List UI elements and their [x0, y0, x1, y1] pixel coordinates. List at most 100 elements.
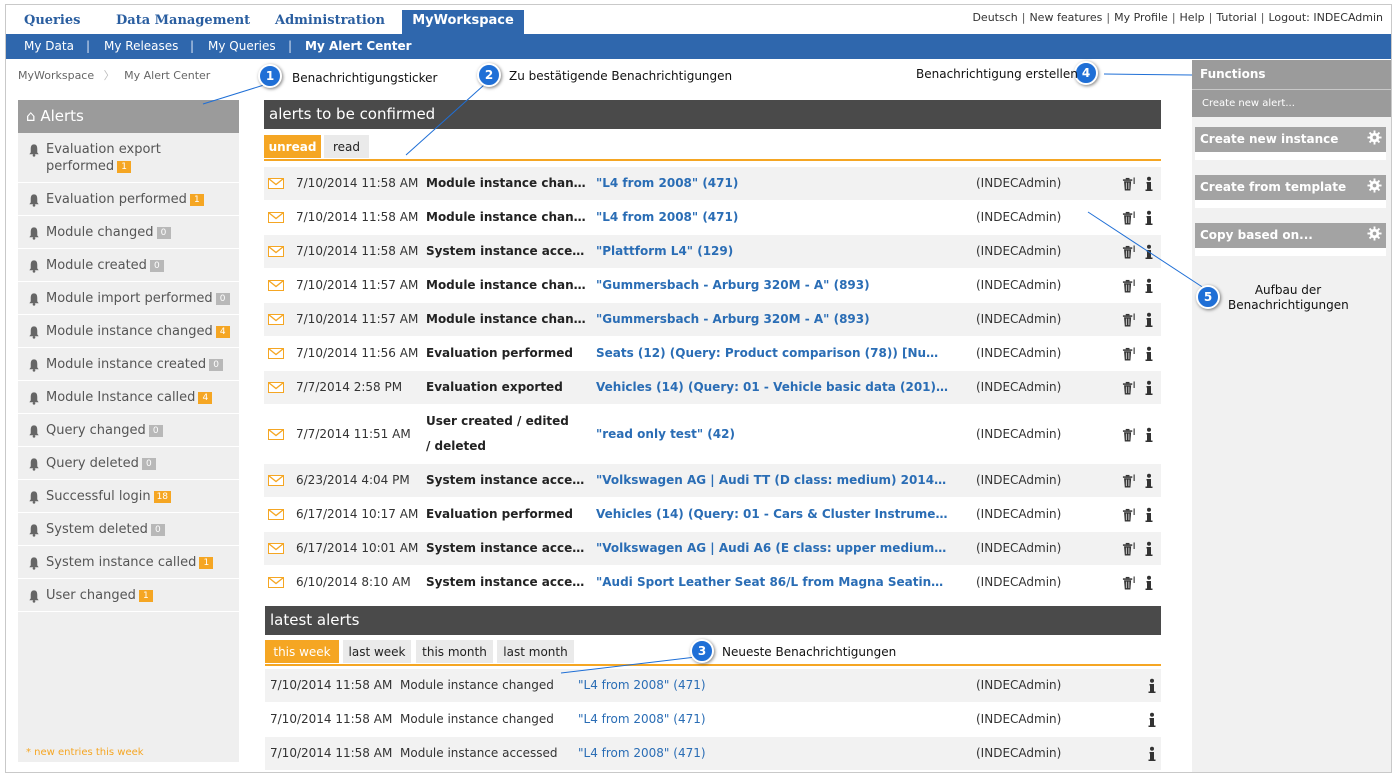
trash-icon[interactable] — [1122, 541, 1136, 557]
create-from-template-button[interactable]: Create from template — [1195, 175, 1386, 200]
alert-reference-link[interactable]: "Volkswagen AG | Audi TT (D class: mediu… — [596, 473, 948, 487]
subnav-my-queries[interactable]: My Queries — [208, 39, 276, 53]
sidebar-item[interactable]: Evaluation performed 1 — [18, 183, 239, 216]
alert-reference-link[interactable]: "Audi Sport Leather Seat 86/L from Magna… — [596, 575, 948, 589]
alert-reference-link[interactable]: "L4 from 2008" (471) — [578, 746, 918, 760]
count-badge: 4 — [215, 325, 230, 338]
trash-icon[interactable] — [1122, 210, 1136, 226]
link-new-features[interactable]: New features — [1029, 11, 1102, 24]
link-logout[interactable]: Logout: INDECAdmin — [1269, 11, 1384, 24]
alert-reference-link[interactable]: "Plattform L4" (129) — [596, 244, 948, 258]
link-my-profile[interactable]: My Profile — [1114, 11, 1168, 24]
callout-3-label: Neueste Benachrichtigungen — [722, 645, 897, 659]
envelope-icon — [268, 429, 284, 440]
sidebar-item[interactable]: Successful login 18 — [18, 480, 239, 513]
sidebar-item[interactable]: System instance called 1 — [18, 546, 239, 579]
alert-reference-link[interactable]: "Gummersbach - Arburg 320M - A" (893) — [596, 278, 948, 292]
trash-icon[interactable] — [1122, 473, 1136, 489]
subnav-my-alert-center[interactable]: My Alert Center — [305, 39, 412, 53]
sidebar-item[interactable]: Evaluation export performed 1 — [18, 133, 239, 183]
sidebar-item[interactable]: Query deleted 0 — [18, 447, 239, 480]
alert-date: 7/10/2014 11:58 AM — [296, 210, 419, 224]
trash-icon[interactable] — [1122, 507, 1136, 523]
trash-icon[interactable] — [1122, 244, 1136, 260]
tab-last-week[interactable]: last week — [343, 640, 411, 663]
tab-administration[interactable]: Administration — [275, 10, 385, 34]
sidebar-item[interactable]: Query changed 0 — [18, 414, 239, 447]
trash-icon[interactable] — [1122, 427, 1136, 443]
sidebar-item[interactable]: System deleted 0 — [18, 513, 239, 546]
trash-icon[interactable] — [1122, 312, 1136, 328]
sidebar-item[interactable]: Module created 0 — [18, 249, 239, 282]
alert-event: System instance accessed — [426, 575, 591, 589]
tab-myworkspace[interactable]: MyWorkspace — [402, 10, 524, 34]
tab-this-week[interactable]: this week — [265, 640, 339, 663]
info-icon[interactable] — [1145, 712, 1159, 728]
alert-reference-link[interactable]: "read only test" (42) — [596, 427, 948, 441]
sidebar-item[interactable]: User changed 1 — [18, 579, 239, 612]
sidebar-item[interactable]: Module instance changed 4 — [18, 315, 239, 348]
trash-icon[interactable] — [1122, 278, 1136, 294]
copy-based-on-button[interactable]: Copy based on... — [1195, 223, 1386, 248]
trash-icon[interactable] — [1122, 176, 1136, 192]
alert-date: 6/10/2014 8:10 AM — [296, 575, 411, 589]
tab-read[interactable]: read — [324, 135, 369, 158]
subnav-my-data[interactable]: My Data — [24, 39, 74, 53]
info-icon[interactable] — [1145, 746, 1159, 762]
info-icon[interactable] — [1142, 380, 1156, 396]
info-icon[interactable] — [1142, 176, 1156, 192]
create-new-alert-link[interactable]: Create new alert... — [1192, 89, 1391, 117]
alert-reference-link[interactable]: "L4 from 2008" (471) — [578, 678, 918, 692]
trash-icon[interactable] — [1122, 380, 1136, 396]
link-deutsch[interactable]: Deutsch — [972, 11, 1017, 24]
breadcrumb-root[interactable]: MyWorkspace — [18, 69, 94, 82]
sidebar-item[interactable]: Module instance created 0 — [18, 348, 239, 381]
info-icon[interactable] — [1145, 678, 1159, 694]
sidebar-footnote: * new entries this week — [26, 747, 144, 758]
sidebar-item-label: Module instance created — [46, 357, 207, 372]
alert-reference-link[interactable]: Vehicles (14) (Query: 01 - Vehicle basic… — [596, 380, 948, 394]
sidebar-item[interactable]: Module changed 0 — [18, 216, 239, 249]
subnav-my-releases[interactable]: My Releases — [104, 39, 178, 53]
info-icon[interactable] — [1142, 312, 1156, 328]
count-badge: 0 — [209, 358, 224, 371]
info-icon[interactable] — [1142, 575, 1156, 591]
alert-reference-link[interactable]: "L4 from 2008" (471) — [596, 210, 948, 224]
bell-icon — [29, 425, 39, 438]
tab-data-management[interactable]: Data Management — [116, 10, 250, 34]
info-icon[interactable] — [1142, 210, 1156, 226]
tab-unread[interactable]: unread — [264, 135, 321, 158]
sidebar-item-label: Query changed — [46, 423, 146, 438]
alert-reference-link[interactable]: "Gummersbach - Arburg 320M - A" (893) — [596, 312, 948, 326]
alert-row: 7/10/2014 11:56 AM Evaluation performed Se… — [264, 337, 1161, 371]
sidebar-item-label: Evaluation performed — [46, 192, 187, 207]
create-new-instance-button[interactable]: Create new instance — [1195, 127, 1386, 152]
trash-icon[interactable] — [1122, 575, 1136, 591]
alert-reference-link[interactable]: "L4 from 2008" (471) — [578, 712, 918, 726]
tab-this-month[interactable]: this month — [416, 640, 493, 663]
alert-reference-link[interactable]: Vehicles (14) (Query: 01 - Cars & Cluste… — [596, 507, 948, 521]
info-icon[interactable] — [1142, 507, 1156, 523]
tab-last-month[interactable]: last month — [497, 640, 574, 663]
sidebar-item-label: Module created — [46, 258, 147, 273]
alert-reference-link[interactable]: Seats (12) (Query: Product comparison (7… — [596, 346, 948, 360]
trash-icon[interactable] — [1122, 346, 1136, 362]
info-icon[interactable] — [1142, 541, 1156, 557]
tab-queries[interactable]: Queries — [24, 10, 80, 34]
alert-reference-link[interactable]: "L4 from 2008" (471) — [596, 176, 948, 190]
link-tutorial[interactable]: Tutorial — [1216, 11, 1256, 24]
sidebar-item[interactable]: Module import performed 0 — [18, 282, 239, 315]
info-icon[interactable] — [1142, 244, 1156, 260]
info-icon[interactable] — [1142, 278, 1156, 294]
info-icon[interactable] — [1142, 427, 1156, 443]
sidebar-item[interactable]: Module Instance called 4 — [18, 381, 239, 414]
alert-event: Module instance changed — [426, 176, 591, 190]
confirm-panel-title: alerts to be confirmed — [264, 100, 1161, 129]
alert-date: 6/23/2014 4:04 PM — [296, 473, 410, 487]
link-help[interactable]: Help — [1180, 11, 1205, 24]
alert-reference-link[interactable]: "Volkswagen AG | Audi A6 (E class: upper… — [596, 541, 948, 555]
info-icon[interactable] — [1142, 346, 1156, 362]
app-window: Queries Data Management Administration M… — [5, 4, 1392, 773]
info-icon[interactable] — [1142, 473, 1156, 489]
alert-date: 7/10/2014 11:57 AM — [296, 278, 419, 292]
